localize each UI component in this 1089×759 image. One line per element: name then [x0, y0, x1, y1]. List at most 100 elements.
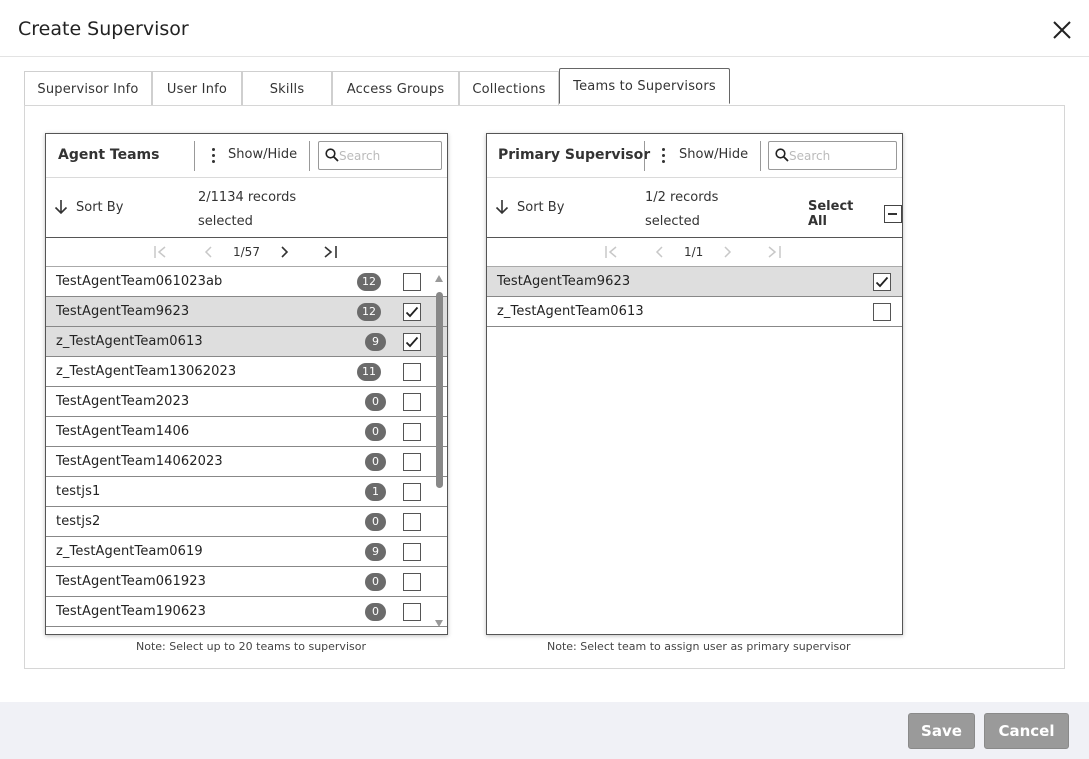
divider: [194, 141, 195, 171]
sort-by-button[interactable]: Sort By: [495, 199, 564, 215]
panel-header: Primary Supervisor Show/Hide: [487, 134, 902, 178]
records-line-1: 1/2 records: [645, 190, 719, 205]
row-checkbox[interactable]: [403, 573, 421, 591]
row-checkbox[interactable]: [403, 513, 421, 531]
panel-header: Agent Teams Show/Hide: [46, 134, 447, 178]
next-page-icon[interactable]: [723, 244, 733, 260]
show-hide-button[interactable]: Show/Hide: [679, 147, 748, 162]
row-checkbox[interactable]: [403, 543, 421, 561]
team-name: z_TestAgentTeam13062023: [56, 364, 237, 379]
pagination: 1/57: [46, 238, 447, 267]
select-all[interactable]: Select All: [808, 199, 902, 229]
list-item[interactable]: TestAgentTeam9623: [487, 267, 902, 297]
select-all-checkbox[interactable]: [884, 205, 902, 223]
list-item[interactable]: z_TestAgentTeam0619 9: [46, 537, 447, 567]
search-icon: [325, 148, 339, 162]
tab-access-groups[interactable]: Access Groups: [332, 71, 459, 106]
next-page-icon[interactable]: [280, 244, 290, 260]
last-page-icon[interactable]: [767, 244, 783, 260]
list-item[interactable]: TestAgentTeam1406 0: [46, 417, 447, 447]
scrollbar-thumb[interactable]: [436, 292, 443, 488]
member-count-badge: 0: [365, 423, 386, 441]
save-button[interactable]: Save: [908, 713, 975, 749]
panel-title: Primary Supervisor: [498, 147, 651, 163]
select-all-label: Select All: [808, 199, 854, 229]
sort-row: Sort By 2/1134 records selected: [46, 178, 447, 238]
list-item[interactable]: testjs1 1: [46, 477, 447, 507]
row-checkbox[interactable]: [403, 363, 421, 381]
team-name: TestAgentTeam2023: [56, 394, 190, 409]
team-name: TestAgentTeam190623: [56, 604, 206, 619]
first-page-icon[interactable]: [153, 244, 169, 260]
left-panel-note: Note: Select up to 20 teams to superviso…: [136, 640, 366, 653]
kebab-menu-icon[interactable]: [662, 148, 666, 164]
row-checkbox[interactable]: [403, 273, 421, 291]
team-name: testjs1: [56, 484, 101, 499]
records-line-2: selected: [198, 214, 253, 229]
tab-user-info[interactable]: User Info: [152, 71, 242, 106]
member-count-badge: 12: [357, 303, 381, 321]
search-input[interactable]: [339, 147, 434, 165]
tab-collections[interactable]: Collections: [459, 71, 559, 106]
last-page-icon[interactable]: [323, 244, 339, 260]
close-icon[interactable]: [1050, 18, 1074, 42]
member-count-badge: 9: [365, 333, 386, 351]
row-checkbox[interactable]: [403, 603, 421, 621]
kebab-menu-icon[interactable]: [212, 148, 216, 164]
dialog-footer: Save Cancel: [0, 702, 1089, 759]
list-item[interactable]: TestAgentTeam9623 12: [46, 297, 447, 327]
list-item[interactable]: testjs2 0: [46, 507, 447, 537]
list-item[interactable]: TestAgentTeam2023 0: [46, 387, 447, 417]
tab-supervisor-info[interactable]: Supervisor Info: [24, 71, 152, 106]
search-icon: [775, 148, 789, 162]
list-item[interactable]: TestAgentTeam14062023 0: [46, 447, 447, 477]
search-input[interactable]: [789, 147, 884, 165]
list-item[interactable]: z_TestAgentTeam13062023 11: [46, 357, 447, 387]
row-checkbox[interactable]: [873, 273, 891, 291]
primary-supervisor-panel: Primary Supervisor Show/Hide Sort By 1/2…: [486, 133, 903, 635]
member-count-badge: 0: [365, 453, 386, 471]
team-name: z_TestAgentTeam0619: [56, 544, 203, 559]
list-item[interactable]: z_TestAgentTeam0613 9: [46, 327, 447, 357]
member-count-badge: 11: [357, 363, 381, 381]
sort-by-button[interactable]: Sort By: [54, 199, 123, 215]
team-name: z_TestAgentTeam0613: [56, 334, 203, 349]
show-hide-button[interactable]: Show/Hide: [228, 147, 297, 162]
row-checkbox[interactable]: [403, 483, 421, 501]
pagination: 1/1: [487, 238, 902, 267]
prev-page-icon[interactable]: [654, 244, 664, 260]
panel-title: Agent Teams: [58, 147, 160, 163]
row-checkbox[interactable]: [403, 333, 421, 351]
first-page-icon[interactable]: [604, 244, 620, 260]
page-indicator: 1/57: [233, 245, 260, 259]
tab-skills[interactable]: Skills: [242, 71, 332, 106]
row-checkbox[interactable]: [403, 453, 421, 471]
member-count-badge: 1: [365, 483, 386, 501]
scroll-up-icon[interactable]: [435, 275, 443, 282]
row-checkbox[interactable]: [403, 393, 421, 411]
list-item[interactable]: TestAgentTeam061023ab 12: [46, 267, 447, 297]
team-name: TestAgentTeam14062023: [56, 454, 223, 469]
list-item[interactable]: TestAgentTeam190623 0: [46, 597, 447, 627]
tab-teams-to-supervisors[interactable]: Teams to Supervisors: [559, 68, 730, 104]
prev-page-icon[interactable]: [203, 244, 213, 260]
search-box: [768, 141, 897, 170]
row-checkbox[interactable]: [873, 303, 891, 321]
team-name: TestAgentTeam061023ab: [56, 274, 223, 289]
team-name: TestAgentTeam061923: [56, 574, 206, 589]
sort-label: Sort By: [517, 199, 565, 215]
scroll-down-icon[interactable]: [435, 620, 443, 627]
team-name: TestAgentTeam1406: [56, 424, 190, 439]
scrollbar[interactable]: [434, 270, 446, 632]
cancel-button[interactable]: Cancel: [984, 713, 1069, 749]
member-count-badge: 12: [357, 273, 381, 291]
divider: [760, 141, 761, 171]
list-item[interactable]: z_TestAgentTeam0613: [487, 297, 902, 327]
divider: [309, 141, 310, 171]
team-name: testjs2: [56, 514, 101, 529]
list-item[interactable]: TestAgentTeam061923 0: [46, 567, 447, 597]
row-checkbox[interactable]: [403, 303, 421, 321]
agent-teams-panel: Agent Teams Show/Hide Sort By 2/1134 rec…: [45, 133, 448, 635]
row-checkbox[interactable]: [403, 423, 421, 441]
member-count-badge: 0: [365, 393, 386, 411]
